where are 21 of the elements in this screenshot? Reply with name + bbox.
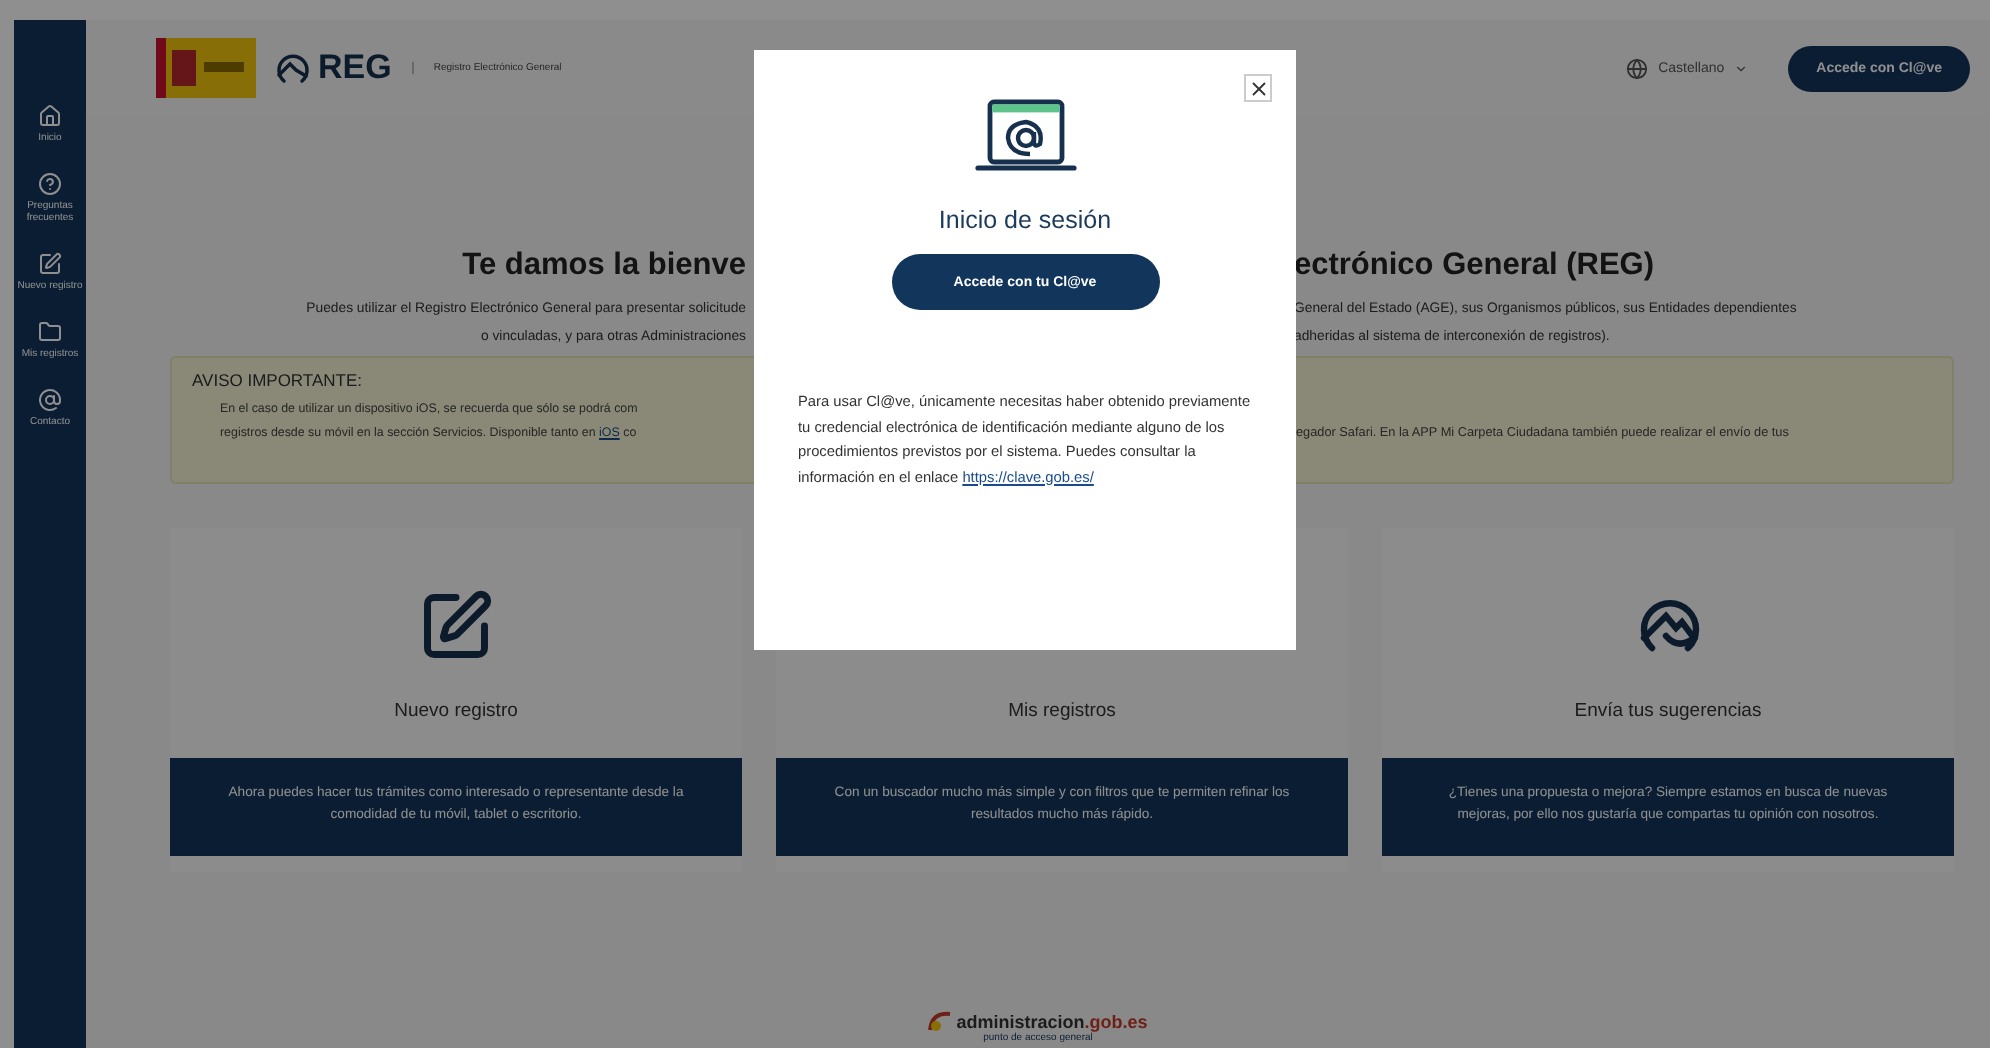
coat-of-arms-logo <box>156 38 256 98</box>
footer-brand: administracion.gob.es <box>956 1012 1148 1032</box>
reg-logo-text: REG <box>318 48 392 88</box>
pencil-square-icon <box>418 588 494 664</box>
notice-title: AVISO IMPORTANTE: <box>192 370 363 390</box>
welcome-title: ectrónico General (REG) <box>1294 248 1657 284</box>
card-title: Nuevo registro <box>394 700 518 722</box>
at-icon <box>38 388 62 412</box>
close-icon <box>1247 77 1269 99</box>
help-icon <box>38 172 62 196</box>
close-button[interactable] <box>1244 74 1272 102</box>
dialog-title: Inicio de sesión <box>938 206 1112 234</box>
card-title: Envía tus sugerencias <box>1574 700 1762 722</box>
home-icon <box>38 104 62 128</box>
welcome-title: Te damos la bienve <box>460 248 746 284</box>
edit-icon <box>38 252 62 276</box>
caret-icon <box>1734 61 1749 75</box>
folder-icon <box>38 320 62 344</box>
card-title: Mis registros <box>1008 700 1116 722</box>
swoosh-logo-icon <box>928 1008 953 1032</box>
globe-icon <box>1626 57 1649 79</box>
